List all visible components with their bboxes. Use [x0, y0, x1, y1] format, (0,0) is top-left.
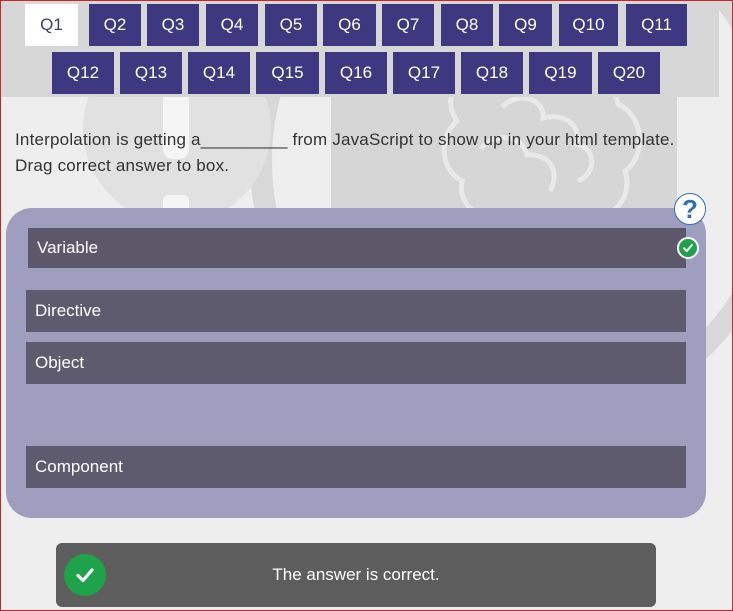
quiz-window: Q1 Q2 Q3 Q4 Q5 Q6 Q7 Q8 Q9 Q10 Q11 Q12 Q…: [0, 0, 733, 611]
tab-q1[interactable]: Q1: [25, 4, 78, 46]
tab-q16[interactable]: Q16: [325, 52, 387, 94]
tab-q19[interactable]: Q19: [529, 52, 592, 94]
tab-q11[interactable]: Q11: [626, 4, 687, 46]
answer-option-object[interactable]: Object: [26, 342, 686, 384]
feedback-banner: The answer is correct.: [56, 543, 656, 607]
tab-q2[interactable]: Q2: [89, 4, 141, 46]
tab-q17[interactable]: Q17: [393, 52, 455, 94]
tab-q6[interactable]: Q6: [323, 4, 376, 46]
drop-box-answer[interactable]: Variable: [28, 228, 686, 268]
tab-q4[interactable]: Q4: [206, 4, 258, 46]
tab-q9[interactable]: Q9: [499, 4, 552, 46]
help-button[interactable]: ?: [674, 193, 706, 225]
tab-q14[interactable]: Q14: [188, 52, 250, 94]
tab-q8[interactable]: Q8: [441, 4, 493, 46]
help-icon: ?: [682, 193, 698, 224]
tab-q20[interactable]: Q20: [598, 52, 660, 94]
tab-q5[interactable]: Q5: [265, 4, 317, 46]
question-tabs: Q1 Q2 Q3 Q4 Q5 Q6 Q7 Q8 Q9 Q10 Q11 Q12 Q…: [1, 1, 719, 97]
feedback-message: The answer is correct.: [272, 565, 440, 584]
tab-q10[interactable]: Q10: [559, 4, 618, 46]
tab-q3[interactable]: Q3: [147, 4, 199, 46]
tab-q7[interactable]: Q7: [382, 4, 434, 46]
answer-option-directive[interactable]: Directive: [26, 290, 686, 332]
check-icon: [76, 568, 94, 583]
tab-q13[interactable]: Q13: [120, 52, 182, 94]
answer-option-component[interactable]: Component: [26, 446, 686, 488]
feedback-check-icon: [64, 554, 106, 596]
answer-correct-check-icon: [677, 237, 699, 259]
check-icon: [683, 244, 693, 252]
question-text: Interpolation is getting a_________ from…: [15, 130, 680, 175]
tab-q18[interactable]: Q18: [461, 52, 523, 94]
tab-q15[interactable]: Q15: [256, 52, 319, 94]
tab-q12[interactable]: Q12: [52, 52, 114, 94]
